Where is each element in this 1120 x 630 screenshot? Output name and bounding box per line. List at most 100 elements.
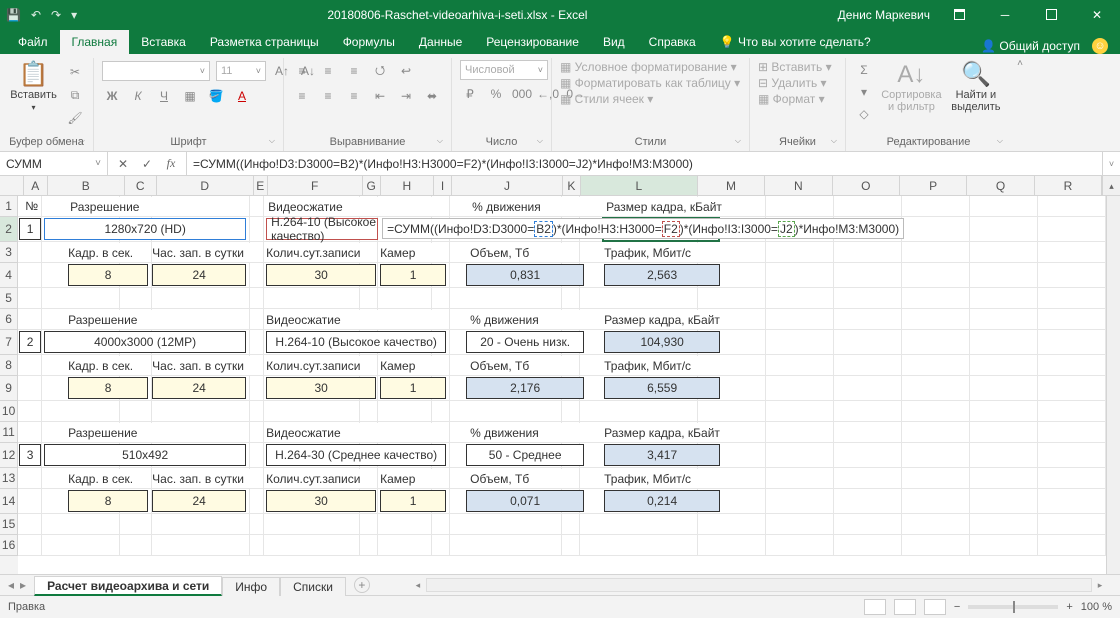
row-11[interactable]: 11 [0, 422, 18, 443]
cell-hours-1[interactable]: 24 [152, 264, 246, 286]
save-icon[interactable]: 💾 [6, 8, 21, 22]
label-cams-1[interactable]: Камер [380, 243, 440, 262]
cells-delete-button[interactable]: ⊟ Удалить ▾ [758, 76, 827, 90]
cell-days-2[interactable]: 30 [266, 377, 376, 399]
select-all-corner[interactable] [0, 176, 24, 195]
row-13[interactable]: 13 [0, 468, 18, 489]
border-icon[interactable]: ▦ [180, 86, 200, 106]
find-select-button[interactable]: 🔍Найти и выделить [949, 60, 1003, 116]
cell-fps-2[interactable]: 8 [68, 377, 148, 399]
col-K[interactable]: K [563, 176, 581, 195]
cell-motion-2[interactable]: 20 - Очень низк. [466, 331, 584, 353]
sheet-nav-prev-icon[interactable]: ◂ [8, 578, 14, 592]
tab-layout[interactable]: Разметка страницы [198, 30, 331, 54]
row-6[interactable]: 6 [0, 309, 18, 330]
col-F[interactable]: F [268, 176, 363, 195]
sheet-tab-1[interactable]: Расчет видеоархива и сети [34, 576, 222, 596]
tab-home[interactable]: Главная [60, 30, 130, 54]
row-3[interactable]: 3 [0, 242, 18, 263]
clear-icon[interactable]: ◇ [854, 104, 874, 124]
expand-formula-bar-icon[interactable]: ˅ [1102, 152, 1120, 175]
label-days-3[interactable]: Колич.сут.записи [266, 469, 376, 488]
autosum-icon[interactable]: Σ [854, 60, 874, 80]
cell-no-2[interactable]: 2 [19, 331, 41, 353]
name-box[interactable]: СУММ [0, 152, 108, 175]
tab-view[interactable]: Вид [591, 30, 637, 54]
cell-volume-1[interactable]: 0,831 [466, 264, 584, 286]
cell-edit-overlay[interactable]: =СУММ((Инфо!D3:D3000=B2)*(Инфо!H3:H3000=… [382, 218, 904, 239]
row-14[interactable]: 14 [0, 489, 18, 514]
row-9[interactable]: 9 [0, 376, 18, 401]
sheet-nav-next-icon[interactable]: ▸ [20, 578, 26, 592]
row-12[interactable]: 12 [0, 443, 18, 468]
col-N[interactable]: N [765, 176, 832, 195]
row-15[interactable]: 15 [0, 514, 18, 535]
cell-hours-2[interactable]: 24 [152, 377, 246, 399]
user-name[interactable]: Денис Маркевич [832, 8, 936, 22]
label-traffic-1[interactable]: Трафик, Мбит/с [604, 243, 724, 262]
view-page-layout-icon[interactable] [894, 599, 916, 615]
label-days-1[interactable]: Колич.сут.записи [266, 243, 376, 262]
copy-icon[interactable]: ⧉ [65, 85, 85, 105]
tab-formulas[interactable]: Формулы [331, 30, 407, 54]
row-5[interactable]: 5 [0, 288, 18, 309]
bold-button[interactable]: Ж [102, 86, 122, 106]
col-I[interactable]: I [434, 176, 452, 195]
label-cams-3[interactable]: Камер [380, 469, 440, 488]
label-motion-1[interactable]: % движения [470, 197, 590, 216]
maximize-button[interactable] [1028, 0, 1074, 29]
format-painter-icon[interactable]: 🖌 [65, 108, 85, 128]
accounting-icon[interactable]: ₽ [460, 84, 480, 104]
cell-no-1[interactable]: 1 [19, 218, 41, 240]
label-motion-3[interactable]: % движения [470, 423, 590, 442]
label-codec-3[interactable]: Видеосжатие [266, 423, 446, 442]
col-O[interactable]: O [833, 176, 900, 195]
accept-formula-icon[interactable]: ✓ [136, 157, 158, 171]
label-resolution-3[interactable]: Разрешение [68, 423, 246, 442]
qat-dropdown-icon[interactable]: ▾ [71, 8, 77, 22]
redo-icon[interactable]: ↷ [51, 8, 61, 22]
cell-traffic-2[interactable]: 6,559 [604, 377, 720, 399]
col-J[interactable]: J [452, 176, 563, 195]
percent-icon[interactable]: % [486, 84, 506, 104]
underline-button[interactable]: Ч [154, 86, 174, 106]
row-16[interactable]: 16 [0, 535, 18, 556]
cell-volume-2[interactable]: 2,176 [466, 377, 584, 399]
row-7[interactable]: 7 [0, 330, 18, 355]
tab-data[interactable]: Данные [407, 30, 474, 54]
fill-color-icon[interactable]: 🪣 [206, 86, 226, 106]
cells-format-button[interactable]: ▦ Формат ▾ [758, 92, 825, 106]
view-page-break-icon[interactable] [924, 599, 946, 615]
label-framesize-1[interactable]: Размер кадра, кБайт [604, 197, 734, 216]
row-4[interactable]: 4 [0, 263, 18, 288]
cell-codec-1[interactable]: H.264-10 (Высокое качество) [266, 218, 378, 240]
label-traffic-2[interactable]: Трафик, Мбит/с [604, 356, 724, 375]
tab-review[interactable]: Рецензирование [474, 30, 591, 54]
cell-fps-1[interactable]: 8 [68, 264, 148, 286]
col-H[interactable]: H [381, 176, 435, 195]
tab-file[interactable]: Файл [6, 30, 60, 54]
label-traffic-3[interactable]: Трафик, Мбит/с [604, 469, 724, 488]
col-G[interactable]: G [363, 176, 381, 195]
zoom-level[interactable]: 100 % [1081, 601, 1112, 613]
label-codec-2[interactable]: Видеосжатие [266, 310, 446, 329]
col-M[interactable]: M [698, 176, 765, 195]
cell-A1[interactable]: № [18, 196, 42, 217]
cell-resolution-3[interactable]: 510x492 [44, 444, 246, 466]
align-middle-icon[interactable]: ≡ [318, 61, 338, 81]
label-framesize-3[interactable]: Размер кадра, кБайт [604, 423, 734, 442]
cell-framesize-3[interactable]: 3,417 [604, 444, 720, 466]
increase-indent-icon[interactable]: ⇥ [396, 86, 416, 106]
cell-cams-2[interactable]: 1 [380, 377, 446, 399]
label-codec-1[interactable]: Видеосжатие [266, 197, 446, 216]
row-1[interactable]: 1 [0, 196, 18, 217]
cell-cams-3[interactable]: 1 [380, 490, 446, 512]
cell-no-3[interactable]: 3 [19, 444, 41, 466]
label-days-2[interactable]: Колич.сут.записи [266, 356, 376, 375]
undo-icon[interactable]: ↶ [31, 8, 41, 22]
tab-insert[interactable]: Вставка [129, 30, 198, 54]
cell-days-3[interactable]: 30 [266, 490, 376, 512]
wrap-text-icon[interactable]: ↩ [396, 61, 416, 81]
col-P[interactable]: P [900, 176, 967, 195]
zoom-out-icon[interactable]: − [954, 601, 960, 613]
